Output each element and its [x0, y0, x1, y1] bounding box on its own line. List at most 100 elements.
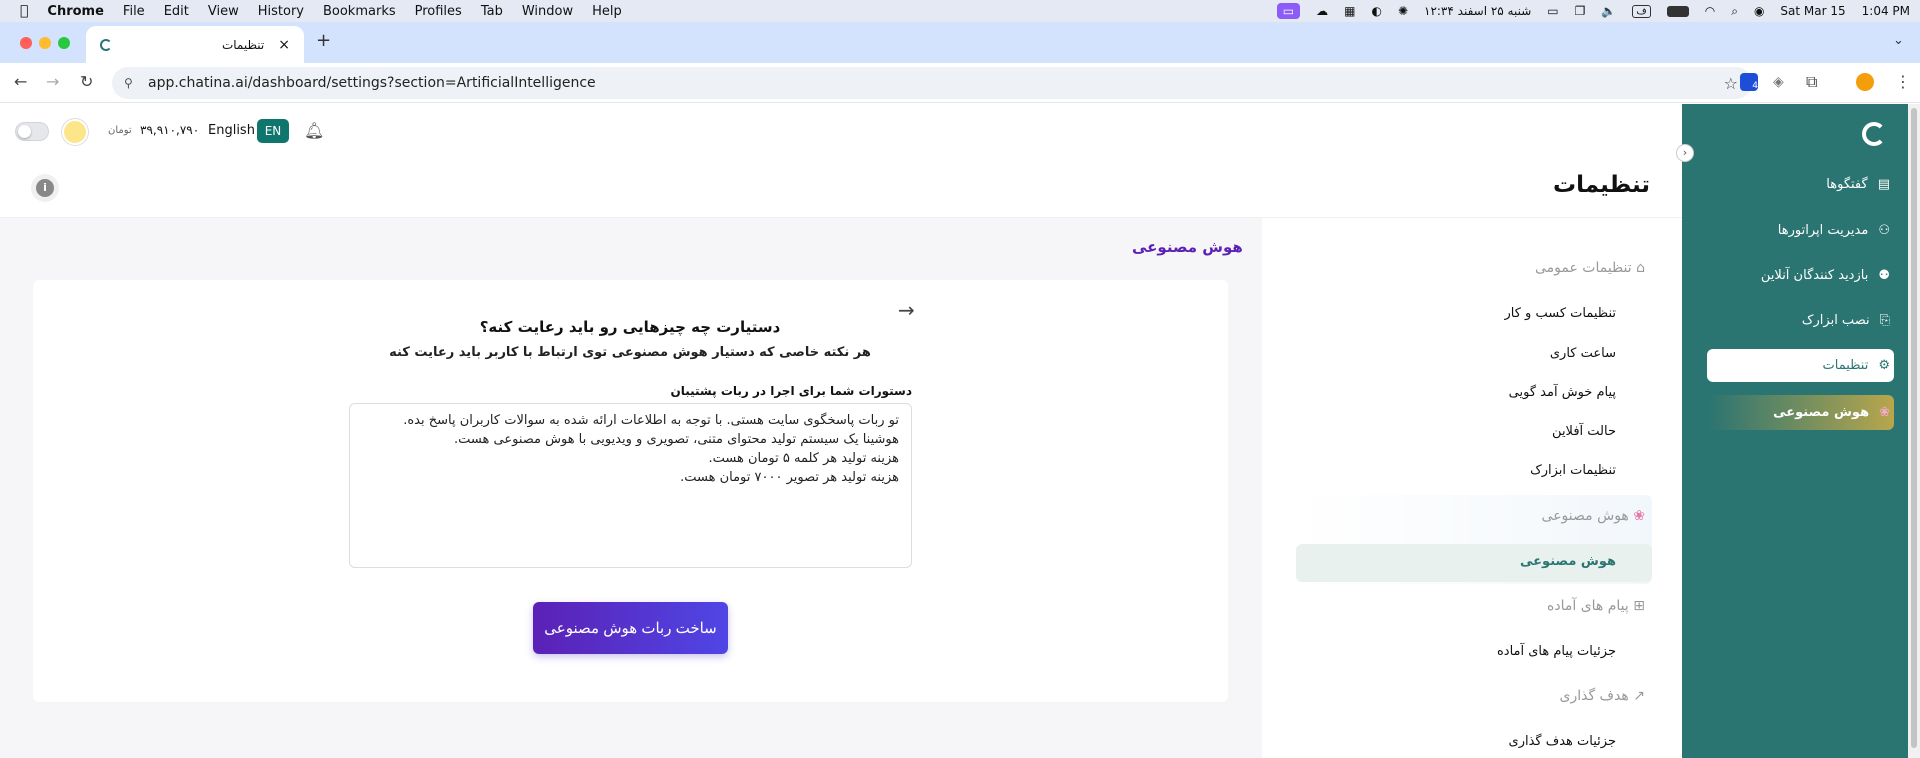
control-center-icon[interactable]: ◉	[1754, 4, 1764, 18]
menu-group-ai[interactable]: ❀ هوش مصنوعی	[1542, 508, 1645, 524]
sidebar-item-chats[interactable]: گفتگوها ▤	[1826, 168, 1890, 200]
menu-group-goals-label: هدف گذاری	[1559, 688, 1629, 704]
close-tab-icon[interactable]: ×	[278, 37, 290, 53]
sidebar-item-operators[interactable]: مدیریت اپراتورها ⚇	[1778, 214, 1890, 246]
menu-view[interactable]: View	[208, 4, 239, 19]
tab-title: تنظیمات	[221, 37, 265, 52]
macos-menu-bar:  Chrome File Edit View History Bookmark…	[0, 0, 1920, 22]
url-text: app.chatina.ai/dashboard/settings?sectio…	[148, 75, 596, 91]
gear-icon: ⚙	[1878, 357, 1890, 373]
menu-date[interactable]: Sat Mar 15	[1780, 4, 1845, 18]
site-info-icon[interactable]: ⚲	[124, 76, 133, 90]
brain-icon: ❀	[1633, 508, 1645, 524]
language-badge[interactable]: EN	[257, 119, 289, 143]
persian-date[interactable]: شنبه ۲۵ اسفند ۱۲:۳۴	[1424, 4, 1531, 18]
apple-icon[interactable]: 	[20, 3, 28, 19]
menu-group-goals[interactable]: ↗ هدف گذاری	[1559, 688, 1645, 704]
users-icon: ⚉	[1878, 267, 1890, 283]
instructions-textarea[interactable]: تو ربات پاسخگوی سایت هستی. با توجه به اط…	[349, 403, 912, 568]
menu-group-general[interactable]: ⌂ تنظیمات عمومی	[1535, 260, 1645, 276]
menu-item-widget-settings[interactable]: تنظیمات ابزارک	[1530, 463, 1616, 478]
close-window-button[interactable]	[20, 37, 32, 49]
home-icon: ⌂	[1636, 260, 1645, 276]
menu-group-canned[interactable]: ⊞ پیام های آماده	[1547, 598, 1645, 614]
sidebar-collapse-button[interactable]: ›	[1676, 144, 1694, 162]
menu-tab[interactable]: Tab	[481, 4, 503, 19]
extension-badge-icon[interactable]: 4	[1740, 73, 1758, 91]
window-icon[interactable]: ❐	[1575, 4, 1586, 18]
menu-time[interactable]: 1:04 PM	[1862, 4, 1910, 18]
wifi-icon[interactable]: ◠	[1705, 4, 1715, 18]
extension-icon-2[interactable]: ◈	[1773, 74, 1784, 90]
chatina-logo-icon[interactable]	[1862, 122, 1886, 146]
info-icon[interactable]: i	[36, 179, 54, 197]
bookmark-star-icon[interactable]: ☆	[1724, 74, 1738, 93]
tab-search-icon[interactable]: ⌄	[1893, 33, 1904, 48]
chrome-menu-icon[interactable]: ⋮	[1895, 72, 1911, 91]
chat-icon: ▤	[1877, 176, 1890, 192]
sidebar-item-label: نصب ابزارک	[1801, 312, 1870, 328]
reload-icon[interactable]: ↻	[80, 72, 93, 91]
extensions-puzzle-icon[interactable]: ⧉	[1806, 72, 1817, 92]
external-link-icon: ↗	[1633, 688, 1645, 704]
scrollbar[interactable]	[1908, 104, 1920, 758]
card-heading: دستیارت چه چیزهایی رو باید رعایت کنه؟	[479, 318, 781, 336]
card-subheading: هر نکته خاصی که دستیار هوش مصنوعی توی ار…	[389, 345, 871, 360]
sidebar-item-label: بازدید کنندگان آنلاین	[1760, 267, 1869, 283]
install-icon: ⎘	[1879, 312, 1890, 328]
keyboard-icon[interactable]: ف	[1632, 4, 1651, 18]
screen-share-icon[interactable]: ▭	[1276, 3, 1301, 19]
menu-item-ai[interactable]: هوش مصنوعی	[1520, 554, 1616, 569]
minimize-window-button[interactable]	[39, 37, 51, 49]
sidebar-item-label: مدیریت اپراتورها	[1777, 222, 1869, 238]
grid-icon[interactable]: ▦	[1344, 4, 1355, 18]
sidebar-item-label: گفتگوها	[1826, 176, 1868, 192]
menu-chrome[interactable]: Chrome	[47, 4, 104, 19]
menu-window[interactable]: Window	[522, 4, 573, 19]
menu-item-working-hours[interactable]: ساعت کاری	[1550, 346, 1616, 361]
sidebar-item-label: تنظیمات	[1822, 357, 1869, 373]
menu-profiles[interactable]: Profiles	[415, 4, 462, 19]
sidebar-item-online-visitors[interactable]: بازدید کنندگان آنلاین ⚉	[1761, 259, 1890, 291]
browser-tab[interactable]: تنظیمات ×	[86, 26, 304, 63]
section-title: هوش مصنوعی	[1132, 238, 1243, 256]
settings-menu-panel	[1262, 218, 1682, 758]
display-icon[interactable]: ▭	[1547, 4, 1558, 18]
menu-bookmarks[interactable]: Bookmarks	[323, 4, 396, 19]
menu-group-canned-label: پیام های آماده	[1547, 598, 1629, 614]
menu-item-goal-details[interactable]: جزئیات هدف گذاری	[1509, 734, 1616, 749]
menu-item-welcome-message[interactable]: پیام خوش آمد گویی	[1509, 385, 1616, 400]
back-icon[interactable]: ←	[14, 72, 27, 91]
menu-edit[interactable]: Edit	[164, 4, 189, 19]
menu-item-offline-mode[interactable]: حالت آفلاین	[1552, 424, 1616, 439]
scrollbar-thumb[interactable]	[1911, 108, 1917, 748]
sidebar-item-settings[interactable]: تنظیمات ⚙	[1823, 349, 1891, 381]
sidebar-item-install-widget[interactable]: نصب ابزارک ⎘	[1802, 304, 1890, 336]
menu-help[interactable]: Help	[592, 4, 622, 19]
cloud-icon[interactable]: ☁	[1316, 4, 1328, 18]
brain-icon: ❀	[1879, 404, 1890, 420]
profile-avatar[interactable]	[1856, 73, 1874, 91]
address-bar[interactable]: ⚲ app.chatina.ai/dashboard/settings?sect…	[112, 67, 1752, 99]
battery-icon[interactable]	[1666, 5, 1689, 17]
menu-item-business-settings[interactable]: تنظیمات کسب و کار	[1505, 306, 1617, 321]
notification-bell-icon[interactable]: 🔔︎	[304, 121, 324, 140]
sidebar-item-label: هوش مصنوعی	[1773, 404, 1870, 420]
menu-file[interactable]: File	[123, 4, 145, 19]
menu-item-canned-details[interactable]: جزئیات پیام های آماده	[1497, 644, 1616, 659]
volume-icon[interactable]: 🔈	[1601, 4, 1616, 18]
user-avatar[interactable]	[62, 119, 88, 145]
menu-history[interactable]: History	[258, 4, 304, 19]
maximize-window-button[interactable]	[58, 37, 70, 49]
new-tab-button[interactable]: +	[316, 30, 331, 51]
build-ai-bot-button[interactable]: ساخت ربات هوش مصنوعی	[533, 602, 728, 654]
wallet-balance[interactable]: ۳۹,۹۱۰,۷۹۰	[140, 123, 199, 137]
forward-icon[interactable]: →	[46, 72, 59, 91]
theme-toggle[interactable]	[15, 122, 49, 141]
language-label[interactable]: English	[208, 123, 255, 138]
search-icon[interactable]: ⌕	[1731, 4, 1738, 19]
sync-icon[interactable]: ◐	[1371, 4, 1381, 18]
openai-icon[interactable]: ✺	[1398, 4, 1408, 18]
menu-group-general-label: تنظیمات عمومی	[1534, 260, 1632, 276]
sidebar-item-ai[interactable]: هوش مصنوعی ❀	[1773, 396, 1890, 428]
